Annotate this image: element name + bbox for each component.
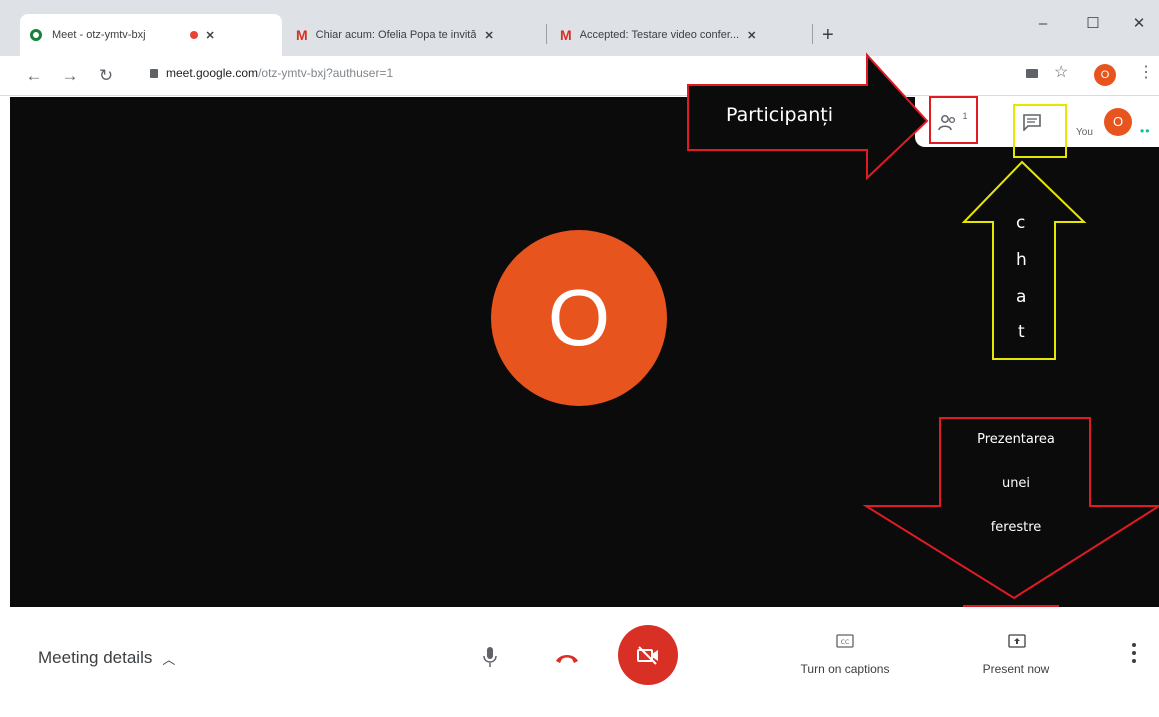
participant-avatar: O [491,230,667,406]
chat-annotation-letter: h [1016,250,1027,270]
reload-icon[interactable]: ↻ [94,64,118,88]
maximize-button[interactable]: ☐ [1078,12,1108,36]
present-screen-icon[interactable] [1006,632,1028,650]
minimize-button[interactable]: – [1028,12,1058,36]
participants-button[interactable]: 1 [936,110,970,136]
tab-title: Meet - otz-ymtv-bxj [52,29,146,41]
tab-divider [812,24,813,44]
close-tab-icon[interactable]: ✕ [484,29,493,42]
url-path: /otz-ymtv-bxj?authuser=1 [258,66,394,80]
meet-favicon-icon [30,29,42,41]
captions-button-label[interactable]: Turn on captions [786,662,904,676]
browser-tab-strip: Meet - otz-ymtv-bxj ✕ M Chiar acum: Ofel… [0,0,1159,56]
close-tab-icon[interactable]: ✕ [206,29,215,42]
chat-annotation-letter: c [1016,213,1026,233]
lock-icon [150,69,158,78]
svg-text:CC: CC [841,639,849,646]
more-options-dots-icon[interactable]: •• [1140,124,1150,138]
tab-title: Accepted: Testare video confer... [579,29,740,41]
tab-title: Chiar acum: Ofelia Popa te invită [315,29,477,41]
present-annotation-line: unei [1001,476,1031,491]
present-now-button-label[interactable]: Present now [966,662,1066,676]
microphone-icon [483,647,497,667]
back-icon[interactable]: ← [22,64,46,88]
chat-button[interactable] [1018,110,1046,134]
self-label: You [1076,127,1093,138]
meeting-details-label: Meeting details [38,648,153,667]
bookmark-star-icon[interactable]: ☆ [1054,62,1068,82]
screenshot-root: Meet - otz-ymtv-bxj ✕ M Chiar acum: Ofel… [0,0,1159,717]
people-icon [938,115,956,131]
microphone-button[interactable] [478,642,502,672]
close-window-button[interactable]: ✕ [1124,12,1154,36]
end-call-button[interactable] [552,648,582,668]
present-annotation-line: Prezentarea [977,432,1055,447]
tab-gmail-accepted[interactable]: M Accepted: Testare video confer... ✕ [550,14,812,56]
close-tab-icon[interactable]: ✕ [747,29,756,42]
url-host: meet.google.com [166,66,259,80]
tab-gmail-invite[interactable]: M Chiar acum: Ofelia Popa te invită ✕ [286,14,544,56]
gmail-icon: M [296,27,308,43]
forward-icon[interactable]: → [58,64,82,88]
gmail-icon: M [560,27,572,43]
captions-icon[interactable]: CC [834,632,856,650]
more-options-icon[interactable] [1128,643,1140,671]
tab-divider [546,24,547,44]
participants-annotation-label: Participanți [726,104,833,126]
browser-toolbar: ← → ↻ meet.google.com/otz-ymtv-bxj?authu… [0,56,1159,96]
chat-annotation-letter: t [1018,322,1025,342]
camera-off-icon [637,646,658,665]
new-tab-button[interactable]: + [822,24,834,47]
hang-up-icon [556,655,578,663]
recording-indicator-icon [189,31,198,39]
profile-avatar[interactable]: O [1094,64,1116,86]
present-annotation-line: ferestre [990,520,1042,535]
meeting-details-button[interactable]: Meeting details ︿ [38,648,175,668]
camera-icon[interactable] [1026,69,1038,78]
participants-count: 1 [962,111,968,121]
chevron-up-icon: ︿ [162,651,176,667]
self-avatar[interactable]: O [1104,108,1132,136]
chat-icon [1023,114,1041,131]
tab-meet[interactable]: Meet - otz-ymtv-bxj ✕ [20,14,282,56]
address-bar[interactable]: meet.google.com/otz-ymtv-bxj?authuser=1 [150,66,393,80]
camera-toggle-button[interactable] [618,625,678,685]
browser-menu-icon[interactable]: ⋮ [1138,62,1154,82]
chat-annotation-letter: a [1016,287,1027,307]
